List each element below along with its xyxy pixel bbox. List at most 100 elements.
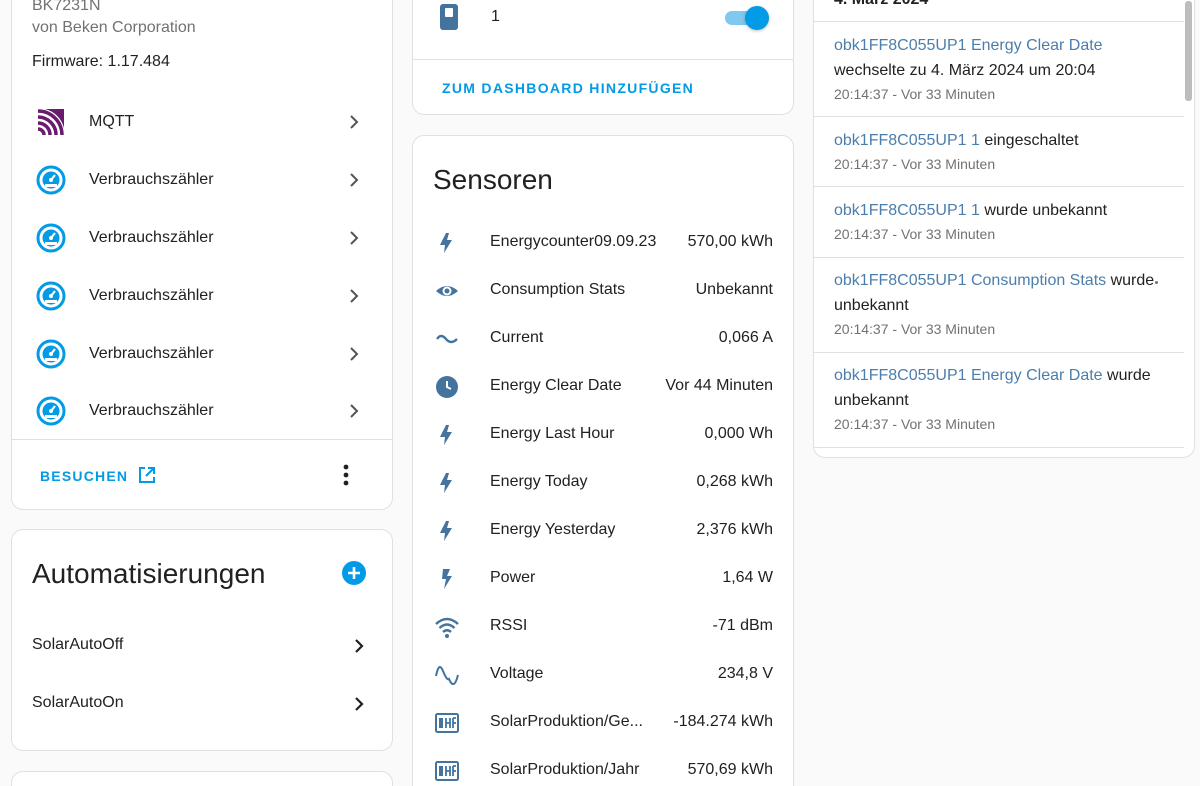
sensor-row[interactable]: Energy Clear Date Vor 44 Minuten [413,363,793,411]
sensor-name: Energy Clear Date [490,377,622,394]
sensor-value: 570,69 kWh [687,761,773,778]
sensor-row[interactable]: SolarProduktion/Ge... -184.274 kWh [413,699,793,747]
lightning-bolt-icon [435,423,459,447]
lightning-bolt-icon [435,231,459,255]
logbook-message: eingeschaltet [984,132,1079,149]
integration-row-utility-meter[interactable]: Verbrauchszähler [12,267,392,325]
logbook-message: wechselte zu 4. März 2024 um 20:04 [834,62,1096,79]
scrollbar[interactable] [1185,1,1192,101]
sensors-card: Sensoren Energycounter09.09.23 570,00 kW… [412,135,794,786]
divider [814,447,1184,448]
divider [413,59,793,60]
automation-item-solarautoon[interactable]: SolarAutoOn [12,678,392,730]
sensor-name: RSSI [490,617,528,634]
sensor-row[interactable]: Power 1,64 W [413,555,793,603]
sensor-value: Unbekannt [695,281,773,298]
sensor-row[interactable]: Current 0,066 A [413,315,793,363]
chevron-right-icon [352,697,366,711]
add-to-dashboard-button[interactable]: ZUM DASHBOARD HINZUFÜGEN [442,80,694,96]
chevron-right-icon [347,231,361,245]
logbook-entity-link[interactable]: obk1FF8C055UP1 Energy Clear Date [834,37,1103,54]
logbook-entity-link[interactable]: obk1FF8C055UP1 1 [834,132,980,149]
open-in-new-icon [138,466,156,487]
sensor-value: 1,64 W [722,569,773,586]
more-options-icon[interactable] [334,461,358,489]
status-dot [1155,281,1158,284]
controls-card: 1 ZUM DASHBOARD HINZUFÜGEN [412,0,794,115]
automations-card: Automatisierungen SolarAutoOff SolarAuto… [11,529,393,751]
integration-label: Verbrauchszähler [89,402,214,419]
sensor-value: 2,376 kWh [696,521,773,538]
automations-title: Automatisierungen [32,558,266,589]
sensor-value: -184.274 kWh [673,713,773,730]
sensor-name: Energy Yesterday [490,521,616,538]
automation-label: SolarAutoOff [32,636,124,653]
sensors-title: Sensoren [433,164,553,195]
logbook-entity-link[interactable]: obk1FF8C055UP1 Energy Clear Date [834,367,1103,384]
utility-meter-icon [36,396,66,426]
device-manufacturer: von Beken Corporation [32,19,196,36]
automation-item-solarautooff[interactable]: SolarAutoOff [12,620,392,672]
chevron-right-icon [352,639,366,653]
utility-meter-icon [36,339,66,369]
logbook-message: wurde unbekannt [984,202,1108,219]
wifi-icon [435,615,459,639]
divider [814,21,1184,22]
integration-row-utility-meter[interactable]: Verbrauchszähler [12,382,392,440]
sensor-row[interactable]: RSSI -71 dBm [413,603,793,651]
logbook-entity-link[interactable]: obk1FF8C055UP1 Consumption Stats [834,272,1106,289]
flash-icon [435,567,459,591]
logbook-entry: obk1FF8C055UP1 Energy Clear Date wechsel… [834,33,1174,83]
sensor-row[interactable]: Energycounter09.09.23 570,00 kWh [413,219,793,267]
current-ac-icon [435,327,459,351]
sensor-name: Power [490,569,536,586]
mqtt-icon [36,107,66,137]
chevron-right-icon [347,173,361,187]
integration-row-utility-meter[interactable]: Verbrauchszähler [12,151,392,209]
logbook-entity-link[interactable]: obk1FF8C055UP1 1 [834,202,980,219]
logbook-time: 20:14:37 - Vor 33 Minuten [834,321,996,337]
sensor-name: Energycounter09.09.23 [490,233,657,250]
toggle-knob [745,6,769,30]
switch-icon [439,3,459,31]
logbook-time: 20:14:37 - Vor 33 Minuten [834,156,996,172]
integration-row-mqtt[interactable]: MQTT [12,93,392,151]
visit-button[interactable]: BESUCHEN [40,464,156,488]
integration-row-utility-meter[interactable]: Verbrauchszähler [12,325,392,383]
sensor-name: Energy Today [490,473,588,490]
automation-label: SolarAutoOn [32,694,124,711]
logbook-time: 20:14:37 - Vor 33 Minuten [834,86,996,102]
integration-label: MQTT [89,113,135,130]
next-card [11,771,393,786]
chevron-right-icon [347,347,361,361]
divider [814,352,1184,353]
sensor-name: SolarProduktion/Jahr [490,761,640,778]
switch-toggle[interactable] [725,6,769,30]
sensor-row[interactable]: Energy Today 0,268 kWh [413,459,793,507]
sensor-row[interactable]: Voltage 234,8 V [413,651,793,699]
sensor-row[interactable]: Energy Yesterday 2,376 kWh [413,507,793,555]
integration-label: Verbrauchszähler [89,229,214,246]
sensor-row[interactable]: SolarProduktion/Jahr 570,69 kWh [413,747,793,786]
switch-label: 1 [491,8,500,25]
add-automation-icon[interactable] [342,561,366,585]
device-info-card: BK7231N von Beken Corporation Firmware: … [11,0,393,510]
sensor-value: 570,00 kWh [687,233,773,250]
sensor-value: -71 dBm [712,617,773,634]
sensor-name: Energy Last Hour [490,425,615,442]
eye-icon [435,279,459,303]
sensor-row[interactable]: Consumption Stats Unbekannt [413,267,793,315]
utility-meter-icon [36,281,66,311]
sensor-row[interactable]: Energy Last Hour 0,000 Wh [413,411,793,459]
logbook-time: 20:14:37 - Vor 33 Minuten [834,226,996,242]
divider [814,186,1184,187]
lightning-bolt-icon [435,471,459,495]
integration-row-utility-meter[interactable]: Verbrauchszähler [12,209,392,267]
logbook-time: 20:14:37 - Vor 33 Minuten [834,416,996,432]
divider [814,257,1184,258]
device-firmware: Firmware: 1.17.484 [32,53,170,70]
sensor-value: 0,000 Wh [704,425,773,442]
integration-label: Verbrauchszähler [89,287,214,304]
visit-button-label: BESUCHEN [40,468,129,484]
logbook-entry: obk1FF8C055UP1 1 wurde unbekannt [834,198,1174,223]
